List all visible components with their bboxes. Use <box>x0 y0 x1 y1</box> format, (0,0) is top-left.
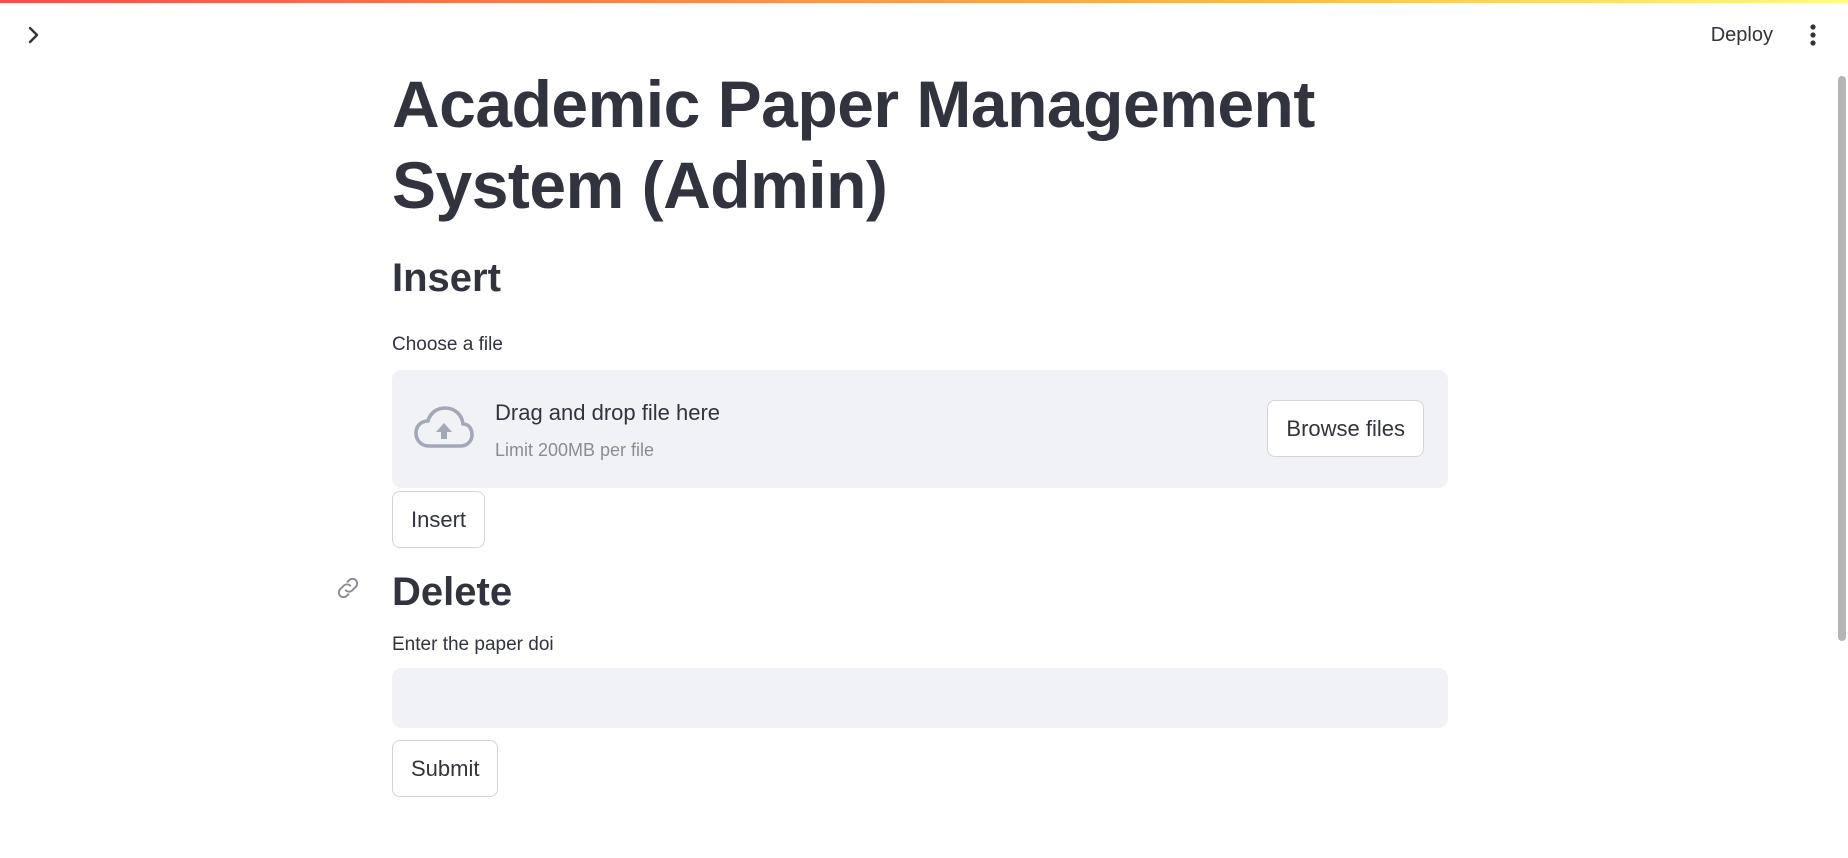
chevron-right-icon <box>28 26 39 44</box>
main-menu-button[interactable] <box>1802 22 1824 48</box>
link-icon[interactable] <box>334 574 362 602</box>
dropzone-size-limit: Limit 200MB per file <box>495 440 655 460</box>
delete-heading-container: Delete <box>337 568 992 618</box>
insert-heading: Insert <box>392 256 501 300</box>
expand-sidebar-button[interactable] <box>22 24 44 46</box>
browse-files-button[interactable]: Browse files <box>1267 400 1424 457</box>
doi-label: Enter the paper doi <box>392 634 554 655</box>
delete-heading: Delete <box>392 570 513 614</box>
submit-button[interactable]: Submit <box>392 740 499 797</box>
cloud-upload-icon <box>414 406 474 448</box>
deploy-button[interactable]: Deploy <box>1711 24 1773 47</box>
doi-input[interactable] <box>392 668 1448 728</box>
page-title: Academic Paper Management System (Admin) <box>392 67 1315 222</box>
scrollbar-thumb[interactable] <box>1838 76 1846 641</box>
file-uploader-label: Choose a file <box>392 334 503 355</box>
more-vertical-icon <box>1810 24 1816 46</box>
file-dropzone[interactable]: Drag and drop file here Limit 200MB per … <box>392 370 1448 488</box>
insert-button[interactable]: Insert <box>392 491 486 548</box>
dropzone-instructions: Drag and drop file here <box>495 400 721 425</box>
header-decoration-bar <box>0 0 1848 3</box>
